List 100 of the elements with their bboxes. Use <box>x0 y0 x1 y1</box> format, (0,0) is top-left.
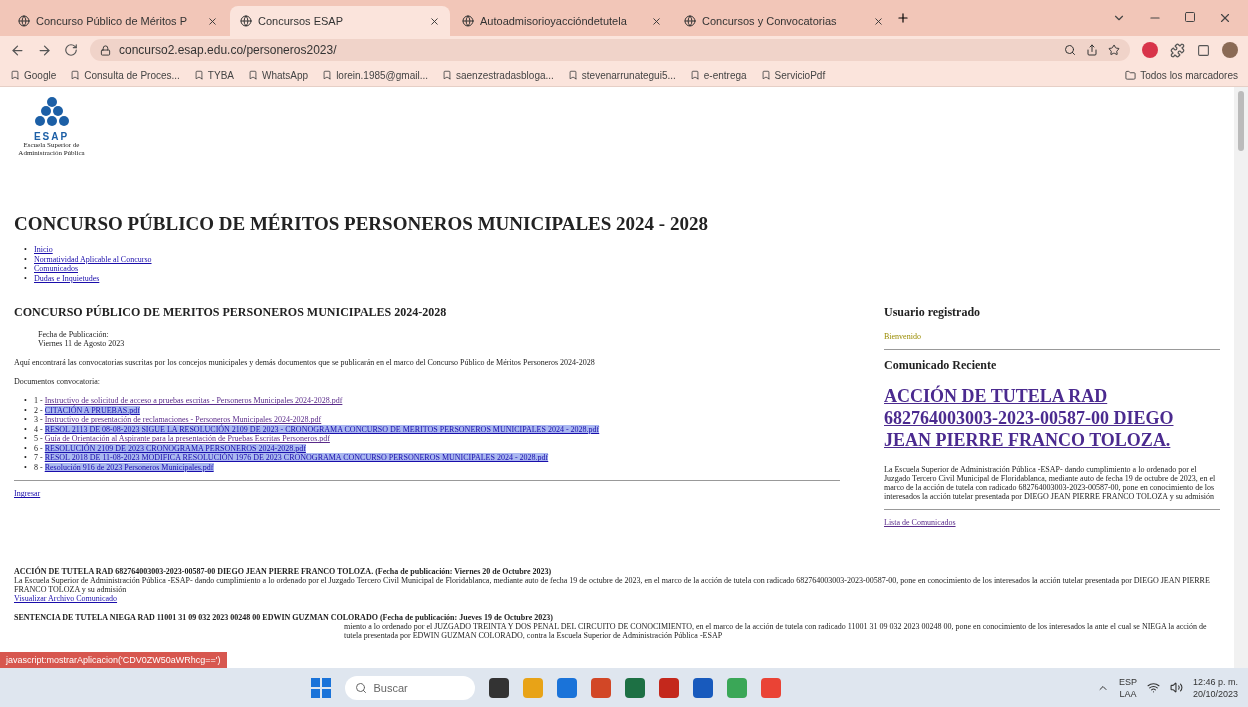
list-bullet: • <box>24 254 28 265</box>
status-url: javascript:mostrarAplicacion('CDV0ZW50aWRhcg==') <box>0 652 227 668</box>
announcement-text: miento a lo ordenado por el JUZGADO TREINTA Y DOS PENAL DEL CIRCUITO DE CONOCIMIENTO, en el marco de la acción de tutela con radicado 11001 31 09 032 2023 00248 00, pone en conocimiento de los interesados la ante el cual se NIEGA la acción de tutela presentada por EDWIN GUZMAN COLORADO, contra la Escuela Superior de Administración Pública -ESAP <box>343 622 1208 641</box>
list-bullet: • <box>24 434 28 444</box>
close-icon[interactable] <box>207 15 218 27</box>
bookmark-link[interactable]: ServicioPdf <box>760 69 826 81</box>
browser-tab[interactable]: Concursos ESAP <box>230 6 450 36</box>
nav-link[interactable]: Comunicados <box>34 264 78 274</box>
bookmark-link[interactable]: stevenarrunategui5... <box>567 69 676 81</box>
clock-date[interactable]: 20/10/2023 <box>1192 687 1238 700</box>
share-icon[interactable] <box>1086 44 1098 56</box>
document-number: 5 - <box>34 434 44 444</box>
bookmark-link[interactable]: saenzestradasbloga... <box>442 69 554 81</box>
document-number: 4 - <box>34 424 44 434</box>
close-icon[interactable] <box>873 15 884 27</box>
browser-tab[interactable]: Autoadmisorioyaccióndetutela <box>452 6 672 36</box>
document-link[interactable]: Resolución 916 de 2023 Personeros Municipales.pdf <box>44 462 214 472</box>
taskbar-app-icon[interactable] <box>625 677 646 698</box>
document-link[interactable]: RESOL 2018 DE 11-08-2023 MODIFICA RESOLUCIÓN 1976 DE 2023 CRONOGRAMA CONCURSO PERSONEROS MUNICIPALES 2024 - 2028.pdf <box>44 453 549 463</box>
bookmark-link[interactable]: WhatsApp <box>248 69 309 81</box>
star-icon[interactable] <box>1108 44 1120 56</box>
announcement-title: SENTENCIA DE TUTELA NIEGA RAD 11001 31 09 032 2023 00248 00 EDWIN GUZMAN COLORADO (Fecha de publicación: Jueves 19 de Octubre 2023) <box>14 613 553 623</box>
list-bullet: • <box>24 424 28 435</box>
document-link[interactable]: Guía de Orientación al Aspirante para la presentación de Pruebas Escritas Personeros.pdf <box>44 434 330 444</box>
back-icon[interactable] <box>10 42 25 58</box>
document-number: 6 - <box>34 443 44 453</box>
volume-icon[interactable] <box>1169 681 1183 694</box>
bookmarks-folder[interactable]: Todos los marcadores <box>1125 69 1238 81</box>
site-icon <box>240 15 252 27</box>
bookmark-link[interactable]: Google <box>10 69 57 81</box>
publication-date: Viernes 11 de Agosto 2023 <box>38 339 126 349</box>
nav-link[interactable]: Inicio <box>34 245 53 255</box>
forward-icon[interactable] <box>37 42 52 58</box>
extension-icon[interactable] <box>1142 42 1158 58</box>
document-number: 1 - <box>34 396 44 406</box>
browser-tab[interactable]: Concurso Público de Méritos P <box>8 6 228 36</box>
bookmark-icon <box>322 70 333 80</box>
wifi-icon[interactable] <box>1146 681 1160 694</box>
new-tab-icon[interactable] <box>896 11 910 25</box>
sidebar-icon[interactable] <box>1197 43 1210 57</box>
document-link[interactable]: CITACIÓN A PRUEBAS.pdf <box>44 405 140 415</box>
sidebar-title: Usuario registrado <box>884 305 982 321</box>
close-icon[interactable] <box>429 15 440 27</box>
keyboard-layout[interactable]: LAA <box>1119 687 1137 700</box>
page-title: CONCURSO PÚBLICO DE MÉRITOS PERSONEROS MUNICIPALES 2024 - 2028 <box>14 213 709 236</box>
address-bar[interactable]: concurso2.esap.edu.co/personeros2023/ <box>90 39 1130 61</box>
document-number: 2 - <box>34 405 44 415</box>
bookmark-icon <box>248 70 258 80</box>
login-link[interactable]: Ingresar <box>14 489 41 499</box>
nav-link[interactable]: Normatividad Aplicable al Concurso <box>34 254 152 264</box>
close-icon[interactable] <box>651 15 662 27</box>
date-label: Fecha de Publicación: <box>38 330 110 340</box>
taskbar-app-icon[interactable] <box>489 677 510 698</box>
document-link[interactable]: Instructivo de solicitud de acceso a pruebas escritas - Personeros Municipales 2024-2028.pdf <box>44 396 343 406</box>
bookmark-icon <box>10 70 20 80</box>
avatar-circle[interactable] <box>1222 42 1238 58</box>
site-icon <box>684 15 696 27</box>
bookmark-icon <box>567 70 578 80</box>
news-headline-link[interactable]: ACCIÓN DE TUTELA RAD 682764003003-2023-00587-00 DIEGO JEAN PIERRE FRANCO TOLOZA. <box>884 385 1220 452</box>
sidebar-title: Comunicado Reciente <box>884 358 998 374</box>
folder-icon <box>1125 69 1137 81</box>
documents-label: Documentos convocatoria: <box>14 377 101 387</box>
clock-time[interactable]: 12:46 p. m. <box>1192 675 1238 688</box>
document-number: 8 - <box>34 462 44 472</box>
list-bullet: • <box>24 415 28 425</box>
list-bullet: • <box>24 245 28 255</box>
search-icon <box>355 681 368 694</box>
document-link[interactable]: RESOL 2113 DE 08-08-2023 SIGUE LA RESOLUCIÓN 2109 DE 2023 - CRONOGRAMA CONCURSO DE MERITOS PERSONEROS MUNICIPALES 2024 - 2028.pdf <box>44 424 600 434</box>
bookmark-icon <box>442 70 452 80</box>
intro-text: Aquí encontrará las convocatorias suscritas por los concejos municipales y demás documentos que se publicarán en el marco del Concurso Público de Méritos Personeros 2024-2028 <box>14 358 596 368</box>
bookmark-icon <box>689 70 700 80</box>
puzzle-icon[interactable] <box>1170 42 1185 58</box>
zoom-icon[interactable] <box>1064 44 1076 56</box>
close-icon[interactable] <box>1218 11 1232 25</box>
taskbar-app-icon[interactable] <box>659 677 680 698</box>
list-bullet: • <box>24 396 28 406</box>
browser-tab[interactable]: Concursos y Convocatorias <box>674 6 894 36</box>
bookmark-link[interactable]: Consulta de Proces... <box>70 69 180 81</box>
list-bullet: • <box>24 273 28 284</box>
document-link[interactable]: Instructivo de presentación de reclamaciones - Personeros Municipales 2024-2028.pdf <box>44 415 322 425</box>
site-icon <box>18 15 30 27</box>
scrollbar-thumb[interactable] <box>1238 91 1244 151</box>
bookmark-link[interactable]: e-entrega <box>689 69 747 81</box>
taskbar-app-icon[interactable] <box>693 677 714 698</box>
bookmark-link[interactable]: lorein.1985@gmail... <box>322 69 428 81</box>
document-link[interactable]: RESOLUCIÓN 2109 DE 2023 CRONOGRAMA PERSONEROS 2024-2028.pdf <box>44 443 306 453</box>
maximize-icon[interactable] <box>1184 11 1196 23</box>
language-code[interactable]: ESP <box>1118 675 1137 688</box>
list-bullet: • <box>24 264 28 274</box>
section-title: CONCURSO PÚBLICO DE MERITOS PERSONEROS MUNICIPALES 2024-2028 <box>14 305 448 321</box>
start-icon[interactable] <box>311 677 332 698</box>
user-status: Bienvenido <box>884 332 921 342</box>
news-list-link[interactable]: Lista de Comunicados <box>884 518 956 528</box>
bookmark-icon <box>193 70 204 80</box>
nav-link[interactable]: Dudas e Inquietudes <box>34 273 100 283</box>
bookmark-link[interactable]: TYBA <box>193 69 234 81</box>
taskbar-search[interactable]: Buscar <box>345 675 476 700</box>
announcement-link[interactable]: Visualizar Archivo Comunicado <box>14 594 118 604</box>
lock-icon <box>100 44 111 56</box>
reload-icon[interactable] <box>64 43 78 57</box>
